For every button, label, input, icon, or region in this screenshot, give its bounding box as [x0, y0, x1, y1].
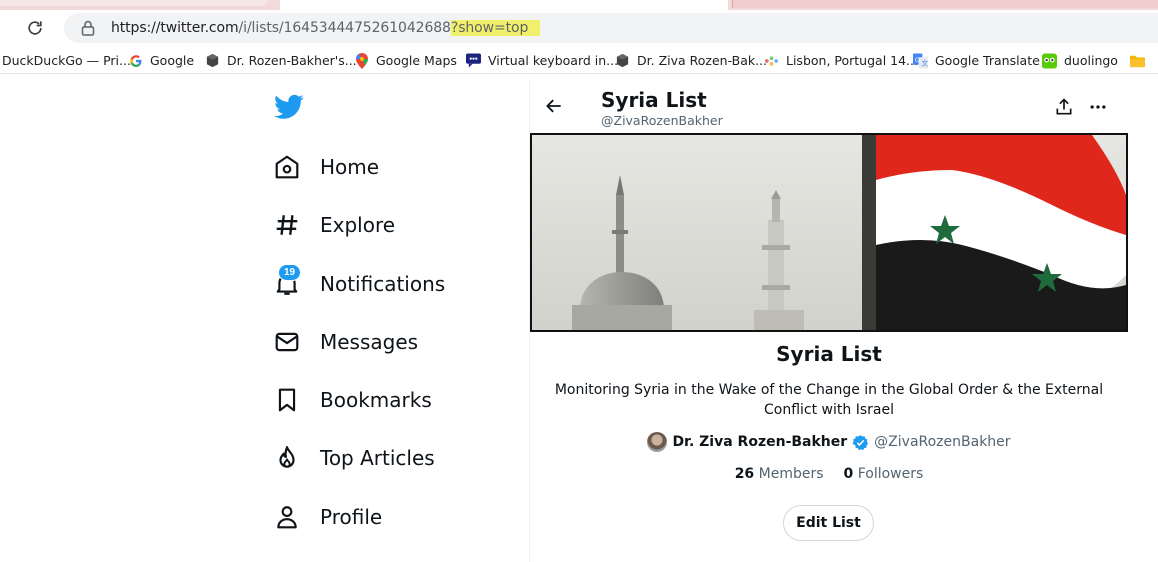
nav-profile-label: Profile [320, 505, 383, 529]
notification-count-badge: 19 [278, 264, 302, 281]
bookmark-label: duolingo [1064, 53, 1118, 68]
google-icon [128, 53, 143, 68]
followers-label: Followers [857, 466, 924, 482]
address-bar[interactable]: https://twitter.com/i/lists/164534447526… [64, 13, 1158, 43]
tab-active[interactable] [280, 0, 728, 10]
owner-handle[interactable]: @ZivaRozenBakher [874, 434, 1010, 450]
members-link[interactable]: 26 Members [735, 466, 824, 482]
bookmark-google-maps[interactable]: Google Maps [354, 52, 457, 69]
svg-text:文: 文 [921, 58, 928, 67]
members-count: 26 [734, 466, 755, 482]
nav-bookmarks-label: Bookmarks [320, 388, 432, 412]
url-text[interactable]: https://twitter.com/i/lists/164534447526… [111, 20, 541, 36]
nav-explore-label: Explore [320, 213, 396, 237]
bookmark-label: Google Translate [935, 53, 1040, 68]
home-icon [262, 142, 312, 192]
tab-inactive-2[interactable] [732, 0, 1158, 8]
nav-notifications-label: Notifications [320, 272, 446, 296]
twitter-bird-icon [274, 94, 304, 119]
verified-badge-icon [852, 434, 869, 450]
translate-icon: G文 [913, 53, 928, 68]
more-dots-icon [1090, 105, 1106, 109]
twitter-sidebar: Home Explore 19 Notifications Messages B… [262, 80, 522, 562]
bell-icon: 19 [262, 259, 312, 309]
nav-messages[interactable]: Messages [262, 317, 418, 367]
url-query-highlight: ?show=top [450, 20, 541, 36]
back-button[interactable] [544, 96, 564, 121]
dots-icon [764, 53, 779, 68]
nav-explore[interactable]: Explore [262, 200, 395, 250]
owner-name[interactable]: Dr. Ziva Rozen-Bakher [672, 434, 847, 450]
list-name: Syria List [776, 342, 882, 366]
bookmark-google[interactable]: Google [128, 53, 194, 68]
reload-button[interactable] [24, 17, 46, 39]
person-icon [262, 492, 312, 542]
bookmark-google-translate[interactable]: G文 Google Translate [913, 53, 1040, 68]
tab-inactive[interactable] [0, 0, 268, 6]
share-icon [1056, 98, 1072, 115]
nav-notifications[interactable]: 19 Notifications [262, 259, 445, 309]
chat-icon [466, 53, 481, 68]
list-main-column: Syria List @ZivaRozenBakher Syria List M… [530, 80, 1128, 562]
cube-icon [615, 53, 630, 68]
share-button[interactable] [1054, 97, 1074, 122]
header-title: Syria List [601, 88, 707, 112]
bookmark-label: Google Maps [376, 53, 457, 68]
list-stats: 26 Members 0 Followers [530, 466, 1128, 482]
url-host: https://twitter.com [111, 20, 239, 36]
cube-icon [205, 53, 220, 68]
bookmarks-bar: DuckDuckGo — Pri... Google Dr. Rozen-Bak… [0, 48, 1158, 74]
edit-list-button[interactable]: Edit List [783, 505, 874, 541]
bookmark-ziva-rozen[interactable]: Dr. Ziva Rozen-Bak... [615, 53, 767, 68]
nav-top-articles[interactable]: Top Articles [262, 433, 435, 483]
bookmark-label: Virtual keyboard in... [488, 53, 619, 68]
hashtag-icon [262, 200, 312, 250]
bookmark-label: Dr. Ziva Rozen-Bak... [637, 53, 768, 68]
bookmark-label: DuckDuckGo — Pri... [2, 53, 131, 68]
nav-top-articles-label: Top Articles [320, 446, 435, 470]
bookmark-virtual-keyboard[interactable]: Virtual keyboard in... [466, 53, 618, 68]
header-handle: @ZivaRozenBakher [601, 113, 723, 128]
twitter-logo[interactable] [274, 94, 304, 125]
tab-strip [0, 0, 1158, 10]
bookmark-lisbon[interactable]: Lisbon, Portugal 14... [764, 53, 918, 68]
folder-icon [1130, 53, 1145, 68]
lock-icon [81, 20, 95, 36]
nav-messages-label: Messages [320, 330, 419, 354]
envelope-icon [262, 317, 312, 367]
maps-pin-icon [354, 52, 369, 69]
reload-icon [28, 21, 42, 35]
members-label: Members [758, 466, 824, 482]
bookmark-folder[interactable] [1130, 53, 1145, 68]
svg-text:G: G [915, 55, 920, 63]
followers-count: 0 [843, 466, 854, 482]
list-banner-image [530, 133, 1128, 332]
back-arrow-icon [546, 99, 561, 113]
bookmark-label: Dr. Rozen-Bakher's... [227, 53, 357, 68]
bookmark-duckduckgo[interactable]: DuckDuckGo — Pri... [2, 53, 131, 68]
bookmark-rozen-bakher[interactable]: Dr. Rozen-Bakher's... [205, 53, 357, 68]
nav-bookmarks[interactable]: Bookmarks [262, 375, 432, 425]
browser-toolbar: https://twitter.com/i/lists/164534447526… [0, 10, 1158, 48]
nav-profile[interactable]: Profile [262, 492, 382, 542]
bookmark-icon [262, 375, 312, 425]
avatar[interactable] [647, 432, 668, 452]
bookmark-label: Google [150, 53, 195, 68]
followers-link[interactable]: 0 Followers [844, 466, 924, 482]
url-path: /i/lists/1645344475261042688 [238, 20, 451, 36]
bookmark-label: Lisbon, Portugal 14... [786, 53, 918, 68]
more-button[interactable] [1088, 97, 1108, 122]
nav-home-label: Home [320, 155, 380, 179]
bookmark-duolingo[interactable]: duolingo [1042, 53, 1118, 68]
flame-icon [262, 433, 312, 483]
list-description: Monitoring Syria in the Wake of the Chan… [554, 382, 1104, 418]
duolingo-icon [1042, 53, 1057, 68]
nav-home[interactable]: Home [262, 142, 379, 192]
list-owner[interactable]: Dr. Ziva Rozen-Bakher @ZivaRozenBakher [530, 432, 1128, 452]
